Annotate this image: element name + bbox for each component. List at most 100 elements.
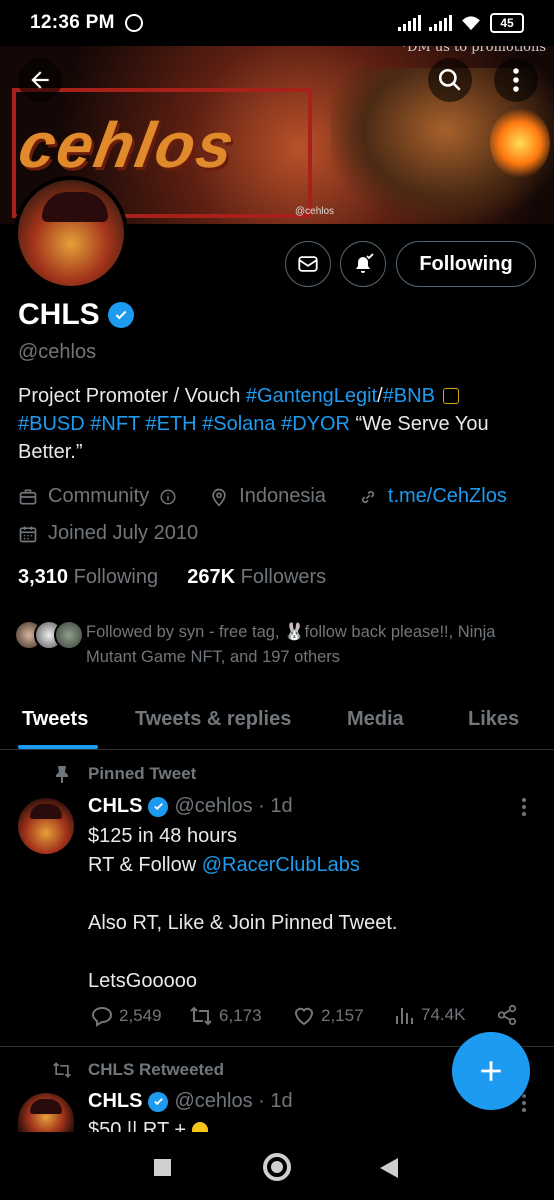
profile-link[interactable]: t.me/CehZlos bbox=[388, 485, 507, 508]
notifications-button[interactable] bbox=[340, 241, 386, 287]
profile-joined-row: Joined July 2010 bbox=[18, 522, 198, 545]
home-button[interactable] bbox=[263, 1153, 291, 1181]
profile-name: CHLS bbox=[18, 298, 100, 331]
tweet-header: CHLS @cehlos · 1d bbox=[88, 1090, 293, 1113]
profile-handle: @cehlos bbox=[18, 341, 97, 363]
followed-by-text[interactable]: Followed by syn - free tag, 🐰follow back… bbox=[86, 620, 536, 670]
verified-badge-icon bbox=[148, 1091, 169, 1112]
tweet-handle-time: @cehlos · 1d bbox=[174, 795, 293, 817]
tweet-more-button[interactable] bbox=[522, 798, 528, 816]
location-pin-icon bbox=[212, 488, 226, 507]
following-count-link[interactable]: 3,310 Following bbox=[18, 566, 158, 588]
tweet-author-name[interactable]: CHLS bbox=[88, 795, 142, 818]
tab-media[interactable]: Media bbox=[347, 708, 404, 731]
tab-likes[interactable]: Likes bbox=[468, 708, 519, 731]
banner-logo: cehlos bbox=[13, 109, 242, 181]
hashtag-link[interactable]: #BNB bbox=[383, 385, 435, 407]
views-button[interactable]: 74.4K bbox=[394, 1004, 465, 1026]
signal-icon bbox=[398, 15, 421, 31]
bio-text: Project Promoter / Vouch bbox=[18, 385, 246, 407]
wifi-icon bbox=[462, 16, 480, 31]
hashtag-link[interactable]: #GantengLegit bbox=[246, 385, 377, 407]
tab-tweets-replies[interactable]: Tweets & replies bbox=[135, 708, 291, 731]
reply-button[interactable]: 2,549 bbox=[90, 1004, 162, 1028]
following-button[interactable]: Following bbox=[396, 241, 536, 287]
tweet-body: $50 || RT + bbox=[88, 1116, 208, 1132]
profile-joined: Joined July 2010 bbox=[48, 522, 199, 544]
tweet-body: $125 in 48 hours RT & Follow @RacerClubL… bbox=[88, 822, 397, 996]
share-button[interactable] bbox=[496, 1004, 518, 1026]
profile-avatar[interactable] bbox=[14, 176, 128, 290]
views-icon bbox=[396, 1008, 413, 1024]
status-bar: 12:36 PM 45 bbox=[0, 0, 554, 46]
message-button[interactable] bbox=[285, 241, 331, 287]
bell-emoji-icon bbox=[191, 1122, 208, 1132]
briefcase-icon bbox=[19, 489, 37, 504]
tweet-actions: 2,549 6,173 2,157 74.4K bbox=[90, 1004, 530, 1032]
link-icon bbox=[361, 490, 374, 503]
verified-badge-icon bbox=[107, 302, 134, 328]
more-options-button[interactable] bbox=[494, 58, 538, 102]
tweet-header: CHLS @cehlos · 1d bbox=[88, 795, 293, 818]
search-button[interactable] bbox=[428, 58, 472, 102]
pinned-tweet-label: Pinned Tweet bbox=[88, 764, 197, 783]
followers-count: 267K bbox=[187, 566, 236, 588]
like-button[interactable]: 2,157 bbox=[292, 1004, 364, 1028]
hashtag-links[interactable]: #BUSD #NFT #ETH #Solana #DYOR bbox=[18, 413, 350, 435]
signal-icon-2 bbox=[429, 15, 452, 31]
profile-tabs: Tweets Tweets & replies Media Likes bbox=[0, 696, 554, 750]
envelope-icon bbox=[298, 256, 318, 272]
banner-handle-tag: @cehlos bbox=[295, 206, 335, 217]
retweet-button[interactable]: 6,173 bbox=[188, 1004, 262, 1028]
tweet-handle-time: @cehlos · 1d bbox=[174, 1090, 293, 1112]
alarm-icon bbox=[124, 14, 143, 32]
retweet-icon bbox=[53, 1062, 71, 1078]
verified-badge-icon bbox=[148, 796, 169, 817]
following-label: Following bbox=[73, 566, 159, 588]
tweet-author-avatar[interactable] bbox=[18, 798, 74, 854]
tweet-author-avatar[interactable] bbox=[18, 1093, 74, 1132]
system-nav-bar bbox=[0, 1132, 554, 1200]
tweet-line: LetsGooooo bbox=[88, 970, 197, 992]
follow-counts: 3,310 Following 267K Followers bbox=[18, 566, 326, 589]
back-button[interactable] bbox=[18, 58, 62, 102]
retweet-icon bbox=[190, 1006, 212, 1026]
profile-meta-row: Community Indonesia t.me/CehZlos bbox=[18, 485, 507, 508]
tweet-line: $50 || RT + bbox=[88, 1119, 192, 1132]
shield-emoji-icon bbox=[442, 388, 459, 404]
followed-by-avatars[interactable] bbox=[14, 620, 84, 650]
pin-icon bbox=[56, 766, 68, 783]
reply-icon bbox=[91, 1006, 113, 1027]
status-time: 12:36 PM bbox=[30, 12, 115, 33]
avatar bbox=[54, 620, 84, 650]
tweet-more-button[interactable] bbox=[522, 1094, 528, 1112]
bunny-emoji-icon: 🐰 bbox=[284, 623, 305, 641]
retweet-count: 6,173 bbox=[219, 1006, 262, 1025]
profile-bio: Project Promoter / Vouch #GantengLegit/#… bbox=[18, 382, 538, 466]
followers-count-link[interactable]: 267K Followers bbox=[187, 566, 326, 588]
info-icon[interactable] bbox=[159, 488, 177, 506]
retweeted-label: CHLS Retweeted bbox=[88, 1060, 225, 1079]
profile-category: Community bbox=[48, 485, 150, 507]
following-count: 3,310 bbox=[18, 566, 69, 588]
tweet-line: Also RT, Like & Join Pinned Tweet. bbox=[88, 912, 398, 934]
compose-tweet-button[interactable] bbox=[452, 1032, 530, 1110]
reply-count: 2,549 bbox=[119, 1006, 162, 1025]
tweet-line: $125 in 48 hours bbox=[88, 825, 238, 847]
calendar-icon bbox=[19, 526, 37, 542]
tweet-author-name[interactable]: CHLS bbox=[88, 1090, 142, 1113]
view-count: 74.4K bbox=[421, 1005, 466, 1024]
arrow-left-icon bbox=[31, 71, 49, 89]
heart-icon bbox=[294, 1007, 314, 1026]
back-nav-button[interactable] bbox=[380, 1158, 398, 1178]
profile-location: Indonesia bbox=[239, 485, 326, 507]
search-icon bbox=[438, 68, 461, 91]
battery-icon: 45 bbox=[490, 13, 524, 33]
mention-link[interactable]: @RacerClubLabs bbox=[202, 854, 360, 876]
recents-button[interactable] bbox=[154, 1159, 171, 1176]
bell-check-icon bbox=[356, 253, 374, 273]
share-icon bbox=[497, 1004, 517, 1026]
plus-icon bbox=[481, 1061, 501, 1081]
followers-label: Followers bbox=[240, 566, 327, 588]
tab-tweets[interactable]: Tweets bbox=[22, 708, 88, 731]
